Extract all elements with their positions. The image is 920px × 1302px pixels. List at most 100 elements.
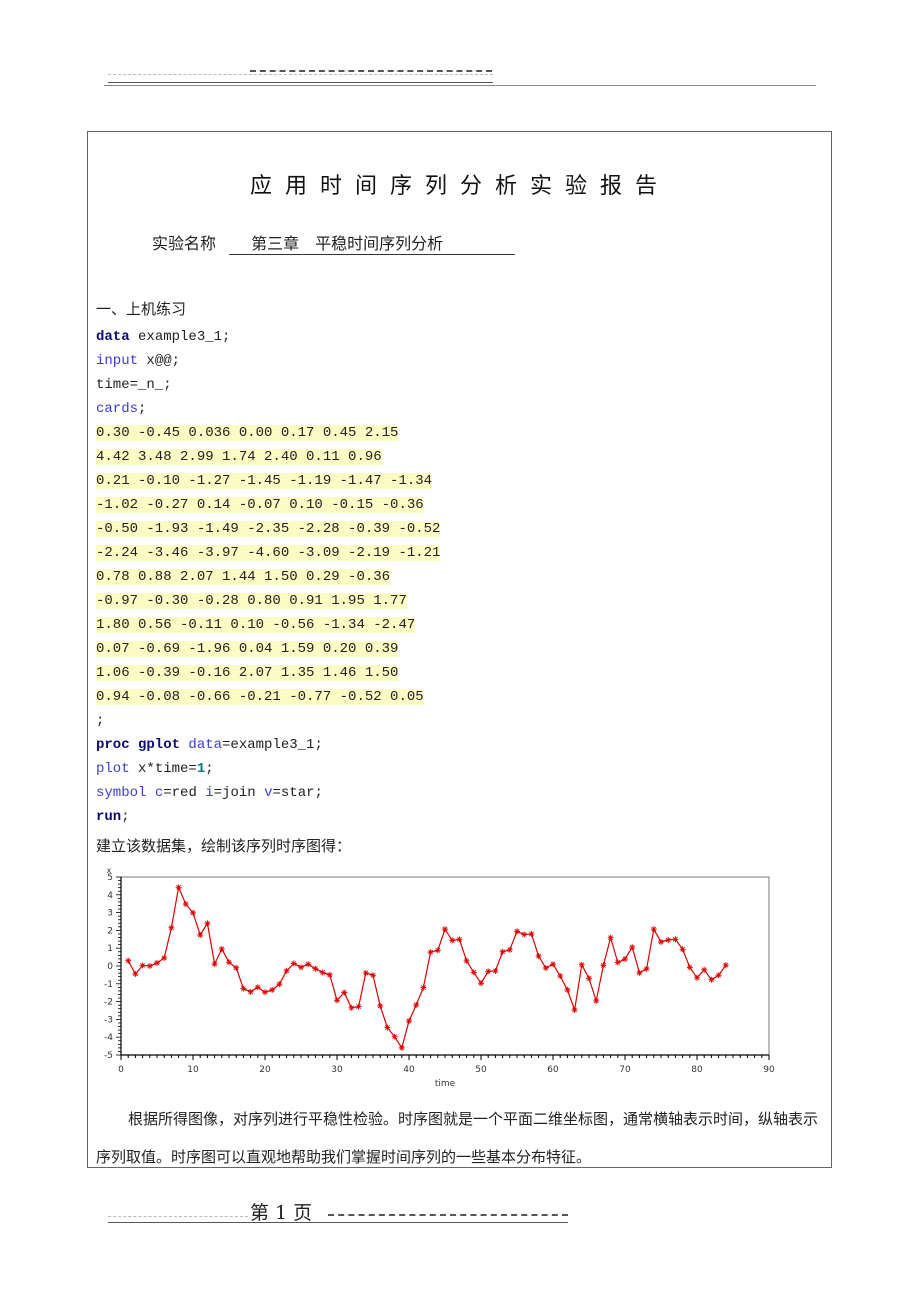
star-marker (715, 972, 722, 979)
code-text: ; (205, 761, 214, 777)
code-line-plot: plot x*time=1; (96, 757, 440, 781)
experiment-name-value: 第三章 平稳时间序列分析 (229, 230, 516, 255)
code-line-run: run; (96, 805, 440, 829)
code-line-data: data example3_1; (96, 325, 440, 349)
star-marker (312, 965, 319, 972)
star-marker (298, 964, 304, 971)
star-marker (341, 989, 348, 996)
x-tick-label: 70 (619, 1065, 631, 1075)
y-tick-label: 3 (107, 909, 113, 919)
star-marker (528, 930, 535, 937)
code-text: time=_n_; (96, 377, 172, 393)
footer-dotted-rule (108, 1216, 248, 1217)
code-text: ; (138, 401, 147, 417)
star-marker (499, 948, 506, 955)
star-marker (521, 931, 528, 938)
code-data-values: 1.06 -0.39 -0.16 2.07 1.35 1.46 1.50 (96, 665, 399, 681)
time-series-chart: 0 10 20 30 40 50 60 70 80 90543210-1-2-3-4-5xtime (104, 866, 775, 1089)
star-marker (535, 953, 542, 960)
star-marker (370, 972, 376, 979)
report-title: 应用时间序列分析实验报告 (249, 174, 670, 199)
code-option: c (154, 785, 164, 801)
x-tick-label: 30 (331, 1065, 343, 1075)
star-marker (247, 988, 254, 995)
star-marker (665, 937, 672, 944)
star-marker (701, 966, 708, 973)
star-marker (384, 1024, 391, 1031)
code-data-values: -2.24 -3.46 -3.97 -4.60 -3.09 -2.19 -1.2… (96, 545, 441, 561)
experiment-name-row: 实验名称 第三章 平稳时间序列分析 (152, 230, 516, 255)
code-data-line: -0.97 -0.30 -0.28 0.80 0.91 1.95 1.77 (96, 589, 440, 613)
code-data-values: 0.30 -0.45 0.036 0.00 0.17 0.45 2.15 (96, 425, 399, 441)
star-marker (600, 962, 607, 969)
analysis-paragraph: 根据所得图像，对序列进行平稳性检验。时序图就是一个平面二维坐标图，通常横轴表示时… (96, 1110, 819, 1166)
x-tick-label: 80 (691, 1065, 703, 1075)
star-marker (362, 969, 369, 976)
code-data-line: -2.24 -3.46 -3.97 -4.60 -3.09 -2.19 -1.2… (96, 541, 441, 565)
star-marker (679, 946, 686, 953)
star-marker (262, 989, 268, 996)
star-marker (240, 985, 247, 992)
code-keyword: cards (96, 401, 139, 417)
star-marker (442, 926, 448, 933)
star-marker (658, 938, 664, 945)
code-data-line: 4.42 3.48 2.99 1.74 2.40 0.11 0.96 (96, 445, 440, 469)
code-data-line: -1.02 -0.27 0.14 -0.07 0.10 -0.15 -0.36 (96, 493, 440, 517)
code-data-values: 1.80 0.56 -0.11 0.10 -0.56 -1.34 -2.47 (96, 617, 416, 633)
star-marker (334, 997, 340, 1004)
y-tick-label: 2 (107, 926, 113, 936)
code-data-line: 1.80 0.56 -0.11 0.10 -0.56 -1.34 -2.47 (96, 613, 440, 637)
star-marker (485, 968, 492, 975)
code-data-line: 0.94 -0.08 -0.66 -0.21 -0.77 -0.52 0.05 (96, 685, 440, 709)
star-marker (694, 974, 700, 981)
code-data-values: 0.07 -0.69 -1.96 0.04 1.59 0.20 0.39 (96, 641, 399, 657)
star-marker (161, 954, 168, 961)
code-keyword: proc gplot (96, 737, 181, 753)
header-dashed-rule (250, 70, 492, 76)
star-marker (226, 959, 232, 966)
star-marker (154, 959, 160, 966)
star-marker (233, 964, 240, 971)
star-marker (578, 961, 585, 968)
star-marker (355, 1003, 362, 1010)
y-tick-label: -3 (104, 1015, 113, 1025)
page-number: 第 1 页 (250, 1202, 313, 1224)
star-marker (643, 965, 650, 972)
code-text: example3_1; (129, 329, 231, 345)
code-text: =star; (272, 785, 323, 801)
y-axis-label: x (107, 866, 112, 875)
code-line-semicolon: ; (96, 713, 105, 729)
code-data-values: -0.50 -1.93 -1.49 -2.35 -2.28 -0.39 -0.5… (96, 521, 441, 537)
x-axis-label: time (435, 1079, 456, 1089)
star-marker (420, 984, 427, 991)
code-keyword: input (96, 353, 139, 369)
star-marker (672, 936, 679, 943)
star-marker (125, 957, 132, 964)
sas-code-block: data example3_1; input x@@; time=_n_; ca… (96, 325, 441, 829)
code-data-values: -0.97 -0.30 -0.28 0.80 0.91 1.95 1.77 (96, 593, 407, 609)
star-marker (650, 926, 657, 933)
code-data-line: 0.21 -0.10 -1.27 -1.45 -1.19 -1.47 -1.34 (96, 469, 440, 493)
star-marker (168, 924, 175, 931)
star-marker (622, 956, 628, 963)
star-marker (614, 959, 621, 966)
header-full-rule (104, 85, 816, 86)
star-marker (290, 960, 297, 967)
star-marker (132, 971, 139, 978)
star-marker (283, 967, 290, 974)
star-marker (204, 920, 211, 927)
code-line-proc: proc gplot data=example3_1; (96, 733, 440, 757)
star-marker (478, 980, 484, 987)
code-number: 1 (196, 761, 206, 777)
star-marker (211, 961, 218, 968)
code-text: ; (121, 809, 130, 825)
code-line-time: time=_n_; (96, 373, 440, 397)
series-line (127, 885, 727, 1050)
code-text: =join (213, 785, 265, 801)
code-option: data (188, 737, 223, 753)
star-marker (146, 963, 153, 969)
code-data-values: -1.02 -0.27 0.14 -0.07 0.10 -0.15 -0.36 (96, 497, 424, 513)
star-marker (175, 884, 182, 891)
star-marker (305, 961, 312, 968)
chart-caption: 建立该数据集，绘制该序列时序图得： (96, 837, 352, 855)
